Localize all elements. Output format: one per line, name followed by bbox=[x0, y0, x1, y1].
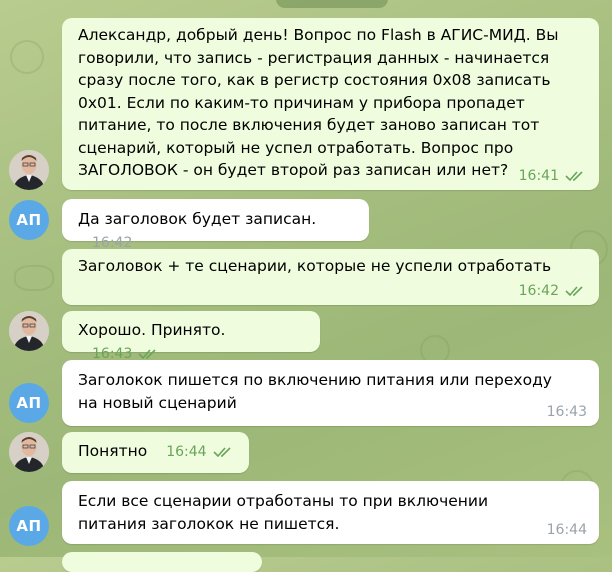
person-photo-icon bbox=[9, 432, 49, 472]
message-time: 16:44 bbox=[546, 521, 587, 538]
message-bubble-outgoing[interactable]: Понятно 16:44 bbox=[62, 432, 249, 473]
message-time: 16:44 bbox=[166, 444, 207, 460]
message-text: Понятно bbox=[78, 442, 148, 460]
double-check-icon bbox=[138, 349, 156, 359]
message-bubble-incoming[interactable]: Да заголовок будет записан. 16:42 bbox=[62, 199, 369, 251]
message-meta: 16:44 bbox=[547, 519, 587, 542]
double-check-icon bbox=[565, 286, 583, 296]
message-text: Заголовок + те сценарии, которые не успе… bbox=[78, 257, 552, 275]
message-meta: 16:43 bbox=[547, 401, 587, 424]
message-text: Заголокок пишется по включению питания и… bbox=[78, 371, 552, 412]
message-text: Да заголовок будет записан. bbox=[78, 210, 317, 228]
background-doodle bbox=[14, 265, 54, 291]
message-time: 16:42 bbox=[518, 282, 559, 299]
message-bubble-incoming[interactable]: Заголокок пишется по включению питания и… bbox=[62, 360, 599, 426]
contact-avatar[interactable]: АП bbox=[9, 200, 49, 240]
person-photo-icon bbox=[9, 150, 49, 190]
message-text: Александр, добрый день! Вопрос по Flash … bbox=[78, 26, 559, 179]
user-avatar[interactable] bbox=[9, 432, 49, 472]
date-separator-pill bbox=[276, 0, 388, 8]
message-text: Хорошо. Принято. bbox=[78, 321, 226, 339]
message-time: 16:41 bbox=[518, 167, 559, 184]
message-bubble-outgoing[interactable]: Александр, добрый день! Вопрос по Flash … bbox=[62, 18, 599, 190]
user-avatar[interactable] bbox=[9, 311, 49, 351]
message-bubble-outgoing[interactable] bbox=[62, 552, 262, 572]
background-doodle bbox=[10, 40, 44, 74]
message-time: 16:43 bbox=[546, 403, 587, 420]
message-bubble-outgoing[interactable]: Хорошо. Принято. 16:43 bbox=[62, 311, 320, 362]
user-avatar[interactable] bbox=[9, 150, 49, 190]
message-meta: 16:44 bbox=[166, 441, 234, 464]
message-bubble-incoming[interactable]: Если все сценарии отработаны то при вклю… bbox=[62, 481, 599, 544]
contact-avatar[interactable]: АП bbox=[9, 506, 49, 546]
message-bubble-outgoing[interactable]: Заголовок + те сценарии, которые не успе… bbox=[62, 249, 599, 305]
message-meta: 16:42 bbox=[519, 280, 587, 303]
message-meta: 16:41 bbox=[519, 165, 587, 188]
message-text: Если все сценарии отработаны то при вклю… bbox=[78, 492, 489, 533]
person-photo-icon bbox=[9, 311, 49, 351]
double-check-icon bbox=[212, 447, 231, 458]
double-check-icon bbox=[565, 171, 583, 181]
contact-avatar[interactable]: АП bbox=[9, 383, 49, 423]
